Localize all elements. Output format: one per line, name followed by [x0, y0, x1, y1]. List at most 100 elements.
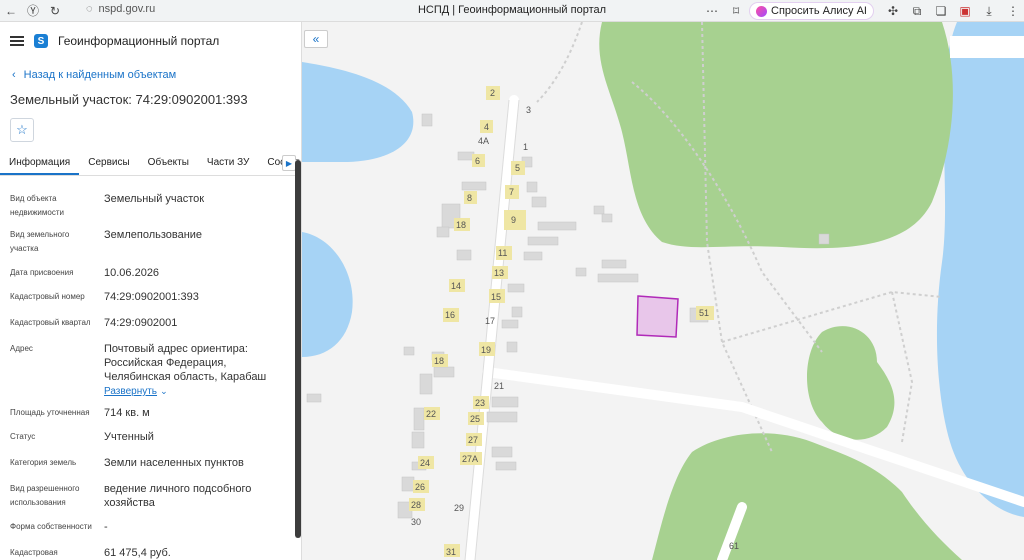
- house-5: 5: [511, 161, 525, 175]
- house-number: 25: [470, 414, 480, 424]
- house-16: 16: [443, 308, 459, 322]
- property-label: Дата присвоения: [10, 268, 74, 277]
- house-29: 29: [454, 503, 464, 513]
- property-label: Вид разрешенного использования: [10, 484, 80, 507]
- house-14: 14: [449, 279, 465, 292]
- menu-icon[interactable]: ⋮: [1002, 0, 1024, 22]
- map-view[interactable]: 2 3 4 4А 1 6 5 7 8 9 18 11 13 14 15 16 1…: [302, 22, 1024, 560]
- house-number: 16: [445, 310, 455, 320]
- house-31: 31: [444, 544, 460, 557]
- house-18b: 18: [432, 354, 448, 367]
- house-number: 29: [454, 503, 464, 513]
- property-value: Землепользование: [104, 229, 203, 241]
- tabs-scroll-right-button[interactable]: ▶: [282, 155, 296, 171]
- scrollbar-thumb[interactable]: [295, 160, 301, 538]
- house-number: 31: [446, 547, 456, 557]
- house-number: 23: [475, 398, 485, 408]
- property-label: Кадастровая: [10, 548, 58, 557]
- chevron-left-icon: ‹: [12, 69, 16, 81]
- house-3: 3: [526, 105, 531, 115]
- house-19: 19: [479, 342, 495, 356]
- collapse-panel-button[interactable]: «: [304, 30, 328, 48]
- house-21: 21: [494, 381, 504, 391]
- house-number: 1: [523, 142, 528, 152]
- house-number: 21: [494, 381, 504, 391]
- tab-parts[interactable]: Части ЗУ: [198, 152, 258, 175]
- property-label: Адрес: [10, 344, 33, 353]
- house-13: 13: [492, 266, 508, 279]
- alice-label: Спросить Алису AI: [771, 5, 867, 17]
- house-number: 6: [475, 156, 480, 166]
- house-number: 61: [729, 541, 739, 551]
- hamburger-menu-icon[interactable]: [10, 36, 24, 46]
- back-to-results-link[interactable]: ‹ Назад к найденным объектам: [12, 69, 176, 81]
- house-number: 3: [526, 105, 531, 115]
- address-bar[interactable]: ◌ nspd.gov.ru: [86, 3, 155, 15]
- house-number: 18: [434, 356, 444, 366]
- house-24: 24: [418, 456, 434, 469]
- shield-icon: ◌: [86, 3, 93, 15]
- house-number: 8: [467, 193, 472, 203]
- house-22: 22: [424, 407, 440, 420]
- yandex-icon[interactable]: Ⓨ: [22, 0, 44, 22]
- house-number: 27: [468, 435, 478, 445]
- chevron-down-icon: ⌄: [160, 386, 168, 396]
- alice-button[interactable]: Спросить Алису AI: [749, 2, 874, 20]
- map-search-box[interactable]: [950, 36, 1024, 58]
- map-canvas[interactable]: 2 3 4 4А 1 6 5 7 8 9 18 11 13 14 15 16 1…: [302, 22, 1024, 560]
- panel-scrollbar[interactable]: [295, 160, 301, 538]
- house-number: 7: [509, 187, 514, 197]
- house-26: 26: [413, 480, 429, 493]
- house-number: 27А: [462, 454, 478, 464]
- house-18a: 18: [454, 218, 470, 231]
- download-icon[interactable]: ⤓: [978, 0, 1000, 22]
- property-value: 74:29:0902001:393: [104, 291, 199, 303]
- property-label: Форма собственности: [10, 522, 92, 531]
- house-number: 11: [498, 248, 507, 258]
- property-value: ведение личного подсобного хозяйства: [104, 483, 252, 509]
- property-value: Земельный участок: [104, 193, 205, 205]
- collections-icon[interactable]: ❏: [930, 0, 952, 22]
- house-2: 2: [486, 86, 500, 100]
- house-number: 24: [420, 458, 430, 468]
- house-61: 61: [729, 541, 739, 551]
- property-label: Площадь уточненная: [10, 408, 90, 417]
- double-chevron-left-icon: «: [312, 32, 320, 46]
- extension-icon[interactable]: ✣: [882, 0, 904, 22]
- expand-link[interactable]: Развернуть ⌄: [104, 384, 294, 399]
- tab-info[interactable]: Информация: [0, 152, 80, 175]
- property-value: 714 кв. м: [104, 407, 150, 419]
- house-27a: 27А: [460, 452, 482, 465]
- reload-icon[interactable]: ↻: [44, 0, 66, 22]
- back-arrow-icon[interactable]: ←: [0, 0, 22, 22]
- house-28: 28: [409, 498, 425, 511]
- house-30: 30: [411, 517, 421, 527]
- house-25: 25: [468, 412, 484, 425]
- tab-services[interactable]: Сервисы: [79, 152, 138, 175]
- portal-title: Геоинформационный портал: [58, 34, 220, 48]
- more-icon[interactable]: ⋯: [701, 0, 723, 22]
- house-number: 13: [494, 268, 504, 278]
- house-number: 15: [491, 292, 501, 302]
- back-link-label: Назад к найденным объектам: [23, 69, 177, 81]
- panel-header: S Геоинформационный портал: [0, 22, 301, 60]
- browser-toolbar: ← Ⓨ ↻ ◌ nspd.gov.ru НСПД | Геоинформацио…: [0, 0, 1024, 22]
- house-number: 2: [490, 88, 495, 98]
- apps-icon[interactable]: ▣: [954, 0, 976, 22]
- property-value: 74:29:0902001: [104, 317, 178, 329]
- tab-objects[interactable]: Объекты: [139, 152, 198, 175]
- house-number: 4: [484, 122, 489, 132]
- house-number: 4А: [478, 136, 489, 146]
- house-number: 5: [515, 163, 520, 173]
- tab-bar: Информация Сервисы Объекты Части ЗУ Сост…: [0, 152, 301, 176]
- house-number: 17: [485, 316, 495, 326]
- property-label: Кадастровый квартал: [10, 318, 91, 327]
- property-value: Учтенный: [104, 431, 154, 443]
- house-23: 23: [473, 396, 489, 409]
- favorite-star-button[interactable]: ☆: [10, 118, 34, 142]
- puzzle-icon[interactable]: ⧉: [906, 0, 928, 22]
- property-label: Вид земельного участка: [10, 230, 70, 253]
- bookmark-icon[interactable]: ⌑: [725, 0, 747, 22]
- star-icon: ☆: [16, 122, 28, 137]
- house-number: 30: [411, 517, 421, 527]
